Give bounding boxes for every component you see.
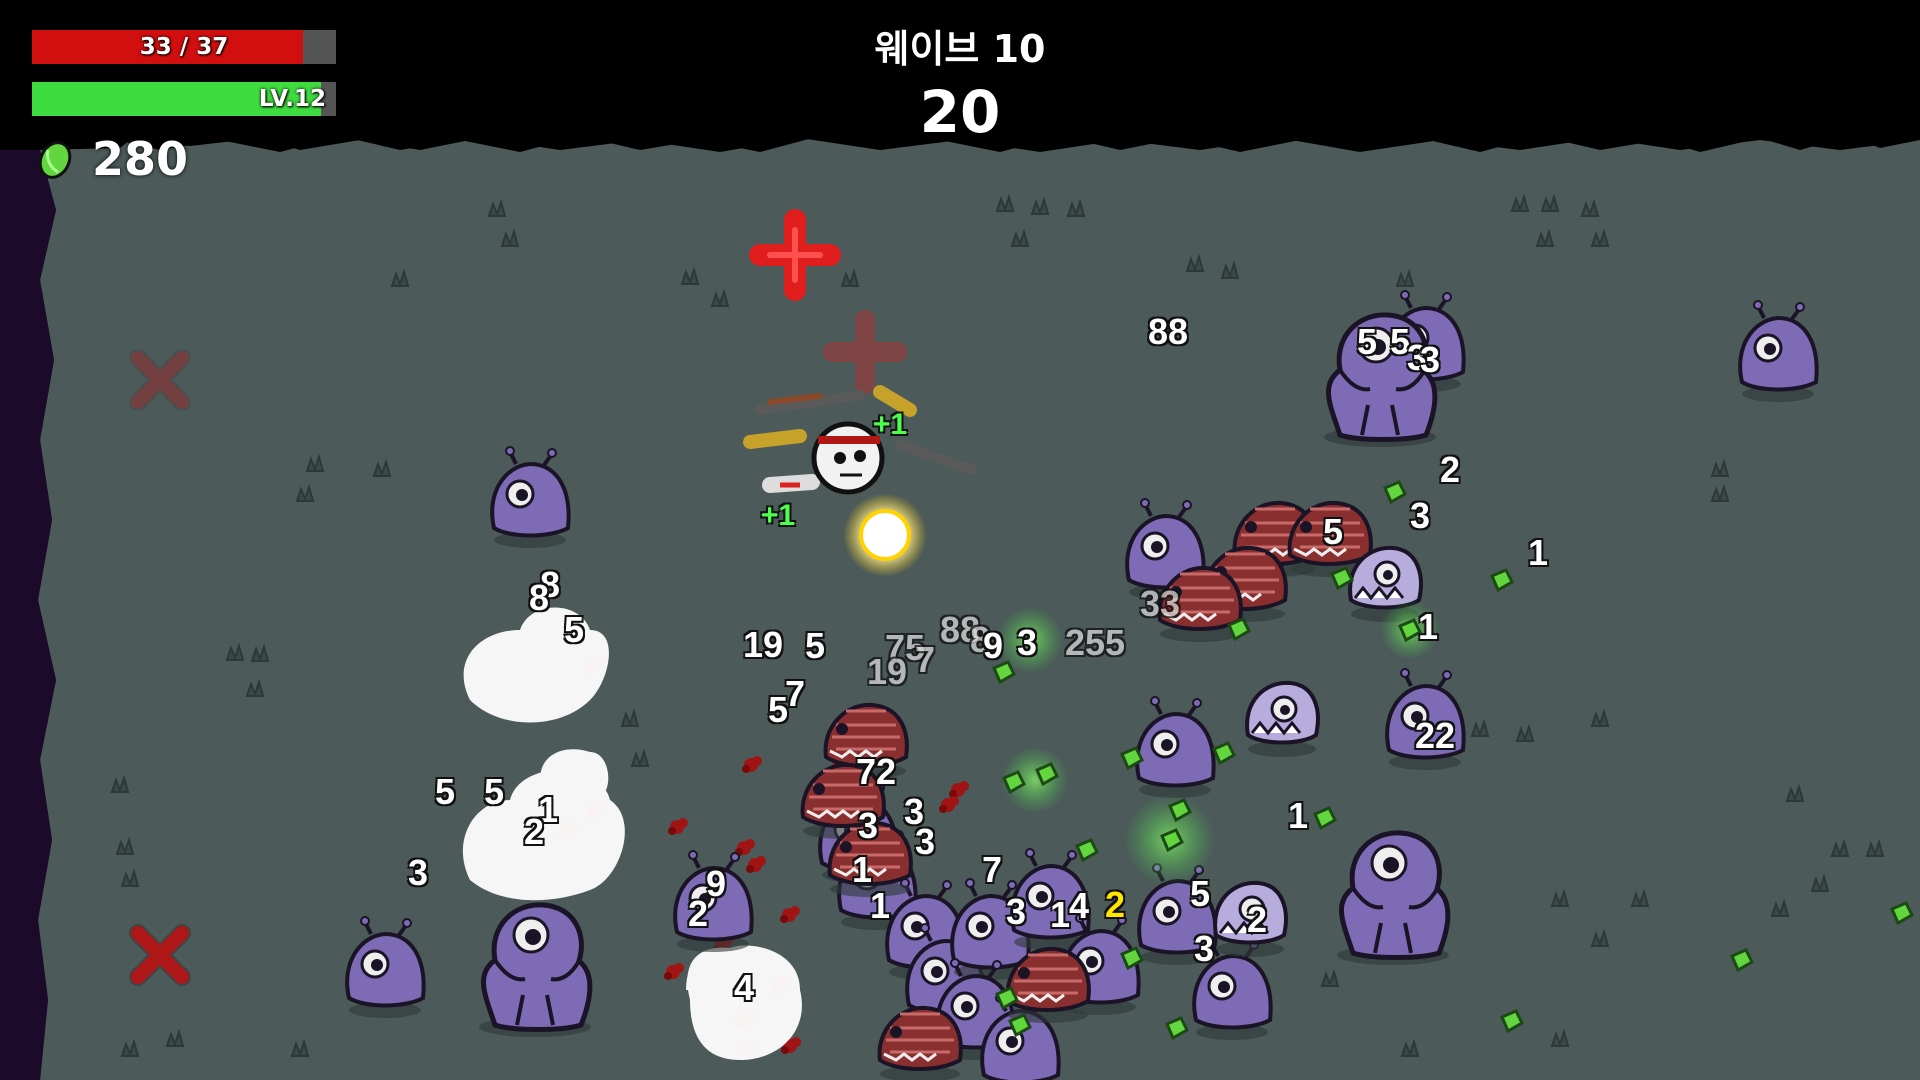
damage-number: 3 [857, 805, 879, 846]
damage-number: 3 [407, 852, 429, 893]
wave-label: 웨이브 10 [874, 27, 1046, 71]
damage-number: 2 [1439, 449, 1461, 490]
damage-number: 7 [981, 849, 1003, 890]
damage-number: 255 [1064, 622, 1126, 663]
damage-number: +1 [760, 499, 796, 532]
damage-number: 9 [705, 863, 727, 904]
damage-number: 3 [1016, 622, 1038, 663]
projectile [859, 509, 911, 561]
damage-number: 4 [1068, 885, 1090, 926]
wave-timer: 20 [919, 78, 1001, 146]
damage-number: 2 [523, 811, 545, 852]
damage-number: 33 [1139, 583, 1181, 624]
damage-number: 5 [434, 771, 456, 812]
damage-number: 4 [733, 967, 755, 1008]
game-screen: 33 / 37 LV.12 280 웨이브 10 20 88 5 5 3 3 2 3 5 1 33… [0, 0, 1920, 1080]
damage-number: 22 [1414, 715, 1456, 756]
enemy-toothy [1245, 680, 1320, 759]
arena [0, 0, 1920, 1080]
damage-number: 3 [1005, 891, 1027, 932]
damage-number: 2 [1246, 899, 1268, 940]
damage-number: 2 [687, 893, 709, 934]
damage-number: 5 [1322, 511, 1344, 552]
damage-number: 72 [855, 751, 897, 792]
damage-number: 1 [1049, 894, 1071, 935]
damage-number: 5 [563, 609, 585, 650]
damage-number: 5 [1356, 321, 1378, 362]
damage-number: 3 [1193, 928, 1215, 969]
damage-number: 7 [914, 639, 936, 680]
damage-number: 1 [1527, 532, 1549, 573]
damage-number: 8 [528, 577, 550, 618]
damage-number: 1 [1417, 606, 1439, 647]
damage-number: 3 [1409, 495, 1431, 536]
damage-number: +1 [872, 408, 908, 441]
damage-number: 19 [742, 624, 784, 665]
damage-number: 88 [1147, 311, 1189, 352]
damage-number: 5 [767, 689, 789, 730]
damage-number: 5 [1189, 873, 1211, 914]
material-icon [38, 141, 72, 179]
damage-number: 3 [1419, 339, 1441, 380]
damage-number: 1 [869, 885, 891, 926]
damage-number: 1 [1287, 795, 1309, 836]
damage-number: 19 [866, 651, 908, 692]
damage-number: 5 [483, 771, 505, 812]
damage-number: 3 [914, 821, 936, 862]
damage-number: 5 [804, 625, 826, 666]
damage-number: 2 [1104, 884, 1126, 925]
damage-number: 9 [982, 625, 1004, 666]
